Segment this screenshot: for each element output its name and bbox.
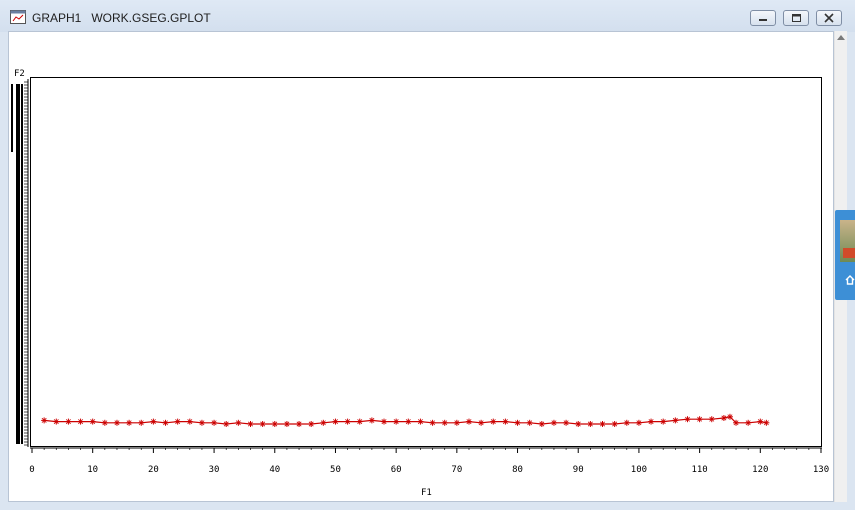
- data-point: [660, 418, 667, 425]
- data-point: [538, 421, 545, 427]
- data-point: [587, 421, 594, 427]
- data-point: [684, 416, 691, 423]
- data-point: [417, 418, 424, 425]
- y-axis-label-dense: [11, 84, 13, 152]
- data-point: [726, 413, 733, 420]
- data-point: [720, 415, 727, 421]
- data-point: [186, 418, 193, 425]
- data-point: [563, 419, 570, 426]
- data-point: [320, 419, 327, 426]
- data-point: [465, 418, 472, 425]
- plot-frame: [30, 77, 822, 447]
- x-tick-label: 30: [209, 465, 220, 475]
- data-point: [623, 419, 630, 426]
- data-point: [393, 418, 400, 425]
- data-point: [113, 419, 120, 426]
- y-axis: [11, 79, 29, 447]
- data-point: [381, 418, 388, 425]
- data-point: [514, 419, 521, 426]
- data-point: [138, 419, 145, 426]
- data-point: [368, 417, 375, 424]
- x-tick-label: 120: [752, 465, 768, 475]
- data-point: [174, 418, 181, 425]
- x-axis: 0 10 20 30 40 50 60 70 80 90 100 110 120 130: [29, 447, 829, 475]
- x-tick-label: 90: [573, 465, 584, 475]
- x-tick-label: 50: [330, 465, 341, 475]
- x-tick-label: 60: [391, 465, 402, 475]
- data-point: [648, 418, 655, 425]
- data-point: [65, 418, 72, 425]
- data-point: [283, 421, 290, 427]
- x-tick-label: 80: [512, 465, 523, 475]
- data-point: [89, 418, 96, 425]
- data-point: [405, 418, 412, 425]
- data-point: [271, 421, 278, 427]
- data-point: [745, 419, 752, 426]
- data-point: [77, 418, 84, 425]
- data-point: [332, 418, 339, 425]
- x-tick-label: 110: [691, 465, 707, 475]
- data-point: [223, 421, 230, 427]
- data-point: [763, 419, 770, 426]
- x-tick-label: 10: [87, 465, 98, 475]
- data-point: [453, 419, 460, 426]
- x-axis-label: F1: [421, 488, 432, 498]
- data-point: [441, 419, 448, 426]
- data-point: [550, 419, 557, 426]
- data-point: [611, 421, 618, 427]
- data-point: [259, 421, 266, 427]
- data-point: [733, 419, 740, 426]
- x-tick-label: 0: [29, 465, 34, 475]
- x-tick-label: 40: [269, 465, 280, 475]
- graph-window: GRAPH1 WORK.GSEG.GPLOT 0 10 20 30 40 50 60 70 80…: [0, 0, 855, 510]
- y-axis-label: F2: [14, 69, 25, 79]
- y-tick-labels-dense: [21, 84, 23, 444]
- x-tick-label: 20: [148, 465, 159, 475]
- data-point: [429, 419, 436, 426]
- data-point: [101, 419, 108, 426]
- data-point: [211, 419, 218, 426]
- data-point: [53, 418, 60, 425]
- data-point: [247, 421, 254, 427]
- data-point: [478, 419, 485, 426]
- data-point: [150, 418, 157, 425]
- data-point: [757, 418, 764, 425]
- data-point: [356, 418, 363, 425]
- data-point: [696, 416, 703, 423]
- data-point: [308, 421, 315, 427]
- data-point: [502, 418, 509, 425]
- data-series: [41, 413, 770, 427]
- data-point: [198, 419, 205, 426]
- data-point: [162, 419, 169, 426]
- data-point: [635, 419, 642, 426]
- data-point: [490, 418, 497, 425]
- data-point: [708, 416, 715, 423]
- data-point: [599, 421, 606, 427]
- data-point: [126, 419, 133, 426]
- data-point: [575, 421, 582, 427]
- y-tick-labels-dense: [16, 84, 20, 444]
- data-point: [235, 419, 242, 426]
- data-point: [344, 418, 351, 425]
- data-point: [296, 421, 303, 427]
- data-point: [526, 419, 533, 426]
- x-tick-label: 70: [451, 465, 462, 475]
- data-point: [41, 417, 48, 424]
- gplot-chart: 0 10 20 30 40 50 60 70 80 90 100 110 120 130 F2 F1: [11, 69, 829, 498]
- x-tick-label: 100: [631, 465, 647, 475]
- x-tick-label: 130: [813, 465, 829, 475]
- data-point: [672, 417, 679, 424]
